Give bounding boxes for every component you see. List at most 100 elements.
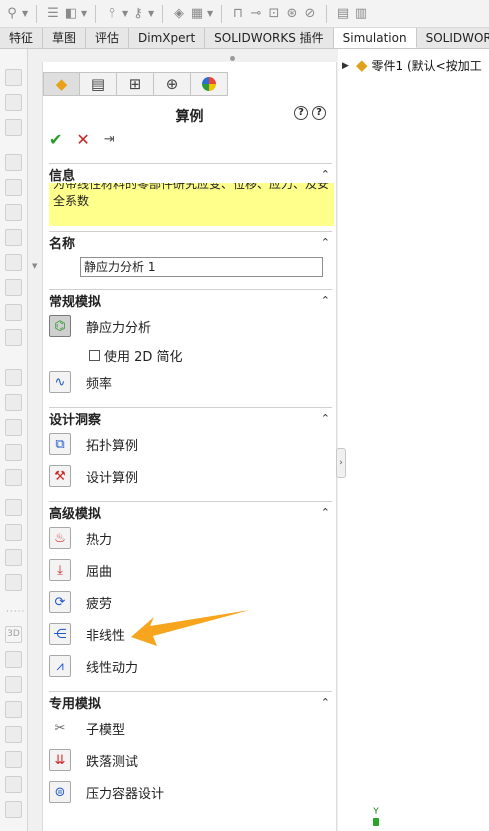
tab-simulation[interactable]: Simulation bbox=[333, 28, 417, 48]
report-icon[interactable] bbox=[5, 499, 22, 516]
tree-root-item[interactable]: ▶ ◆ 零件1 (默认<按加工 bbox=[342, 57, 482, 74]
section-header-specialized[interactable]: 专用模拟 ⌃ bbox=[49, 691, 332, 713]
3d-view-icon[interactable]: 3D bbox=[5, 626, 22, 643]
study-type-buckling[interactable]: ⤓ 屈曲 bbox=[49, 558, 112, 582]
chevron-down-icon[interactable]: ▼ bbox=[81, 9, 87, 18]
panel-splitter-handle[interactable]: › bbox=[336, 448, 346, 478]
collapse-caret-icon[interactable]: ⌃ bbox=[321, 412, 330, 425]
tab-property-manager[interactable]: ▤ bbox=[80, 72, 117, 96]
study-type-linear-dynamic[interactable]: ⩘ 线性动力 bbox=[49, 654, 138, 678]
tab-display-manager[interactable] bbox=[191, 72, 228, 96]
mesh-icon[interactable]: ▦ bbox=[189, 6, 205, 22]
section-header-design-insight[interactable]: 设计洞察 ⌃ bbox=[49, 407, 332, 429]
probe-icon[interactable]: ⊸ bbox=[248, 6, 264, 22]
fatigue-check-icon[interactable] bbox=[5, 726, 22, 743]
study-type-static[interactable]: ⌬ 静应力分析 bbox=[49, 314, 151, 338]
run-icon[interactable] bbox=[5, 329, 22, 346]
study-type-fatigue[interactable]: ⟳ 疲劳 bbox=[49, 590, 112, 614]
help-icon[interactable]: ? bbox=[312, 106, 326, 120]
chevron-down-icon[interactable]: ▼ bbox=[148, 9, 154, 18]
magnify-icon[interactable]: ⚲ bbox=[4, 6, 20, 22]
study-type-thermal[interactable]: ♨ 热力 bbox=[49, 526, 112, 550]
design-check-icon[interactable] bbox=[5, 549, 22, 566]
panel-grip[interactable] bbox=[230, 56, 235, 61]
study-type-submodel[interactable]: ✂ 子模型 bbox=[49, 716, 125, 740]
contact-icon[interactable] bbox=[5, 279, 22, 296]
study-icon[interactable] bbox=[5, 94, 22, 111]
study-type-pressure-vessel[interactable]: ⊜ 压力容器设计 bbox=[49, 780, 164, 804]
collapse-caret-icon[interactable]: ⌃ bbox=[321, 168, 330, 181]
tab-evaluate[interactable]: 评估 bbox=[86, 28, 130, 48]
fixture-icon[interactable]: ⚷ bbox=[130, 6, 146, 22]
study-type-drop-test[interactable]: ⇊ 跌落测试 bbox=[49, 748, 138, 772]
collapse-caret-icon[interactable]: ⌃ bbox=[321, 506, 330, 519]
collapse-caret-icon[interactable]: ⌃ bbox=[321, 236, 330, 249]
tab-dimxpert-manager[interactable]: ⊕ bbox=[154, 72, 191, 96]
checkbox-2d-simplification[interactable] bbox=[89, 350, 100, 361]
chevron-down-icon[interactable]: ▼ bbox=[207, 9, 213, 18]
cancel-x-icon[interactable]: ✕ bbox=[76, 132, 89, 148]
ok-checkmark-icon[interactable]: ✔ bbox=[49, 132, 62, 148]
shell-icon[interactable] bbox=[5, 229, 22, 246]
tab-configuration-manager[interactable]: ⊞ bbox=[117, 72, 154, 96]
pin-icon[interactable]: ⇥ bbox=[104, 132, 115, 148]
probe-icon[interactable] bbox=[5, 394, 22, 411]
tab-dimxpert[interactable]: DimXpert bbox=[129, 28, 206, 48]
section-header-name[interactable]: 名称 ⌃ bbox=[49, 231, 332, 253]
study-name-input[interactable]: 静应力分析 1 bbox=[80, 257, 323, 277]
tab-solidworks-more[interactable]: SOLIDWORKS bbox=[417, 28, 489, 48]
section-header-advanced[interactable]: 高级模拟 ⌃ bbox=[49, 501, 332, 523]
fixture-icon[interactable] bbox=[5, 154, 22, 171]
study-type-topology[interactable]: ⧉ 拓扑算例 bbox=[49, 432, 138, 456]
chevron-down-icon[interactable]: ▼ bbox=[122, 9, 128, 18]
connection-icon[interactable] bbox=[5, 204, 22, 221]
result-plot-icon[interactable] bbox=[5, 369, 22, 386]
tab-sketch[interactable]: 草图 bbox=[43, 28, 87, 48]
section-header-general[interactable]: 常规模拟 ⌃ bbox=[49, 289, 332, 311]
material-icon[interactable]: ◈ bbox=[171, 6, 187, 22]
strip-expand-caret[interactable]: ▼ bbox=[32, 262, 37, 270]
study-type-nonlinear[interactable]: ⋲ 非线性 bbox=[49, 622, 125, 646]
scale-icon[interactable]: ⊡ bbox=[266, 6, 282, 22]
study-type-design-study[interactable]: ⚒ 设计算例 bbox=[49, 464, 138, 488]
connector-icon[interactable]: ⊓ bbox=[230, 6, 246, 22]
trend-icon[interactable] bbox=[5, 751, 22, 768]
tab-solidworks-addins[interactable]: SOLIDWORKS 插件 bbox=[205, 28, 334, 48]
iso-icon[interactable] bbox=[5, 444, 22, 461]
thermometer-icon[interactable]: ⫯ bbox=[104, 6, 120, 22]
graphics-area[interactable]: ▶ ◆ 零件1 (默认<按加工 bbox=[338, 49, 489, 831]
list-results-icon[interactable] bbox=[5, 701, 22, 718]
toolbar-group-5: ⊓ ⊸ ⊡ ⊛ ⊘ bbox=[230, 6, 318, 22]
study-advisor-icon[interactable] bbox=[5, 69, 22, 86]
load-icon[interactable] bbox=[5, 119, 22, 136]
export-icon[interactable] bbox=[5, 574, 22, 591]
section-header-info[interactable]: 信息 ⌃ bbox=[49, 163, 332, 185]
chart-icon[interactable] bbox=[5, 676, 22, 693]
deform-icon[interactable]: ⊘ bbox=[302, 6, 318, 22]
sensor-icon[interactable] bbox=[5, 776, 22, 793]
external-load-icon[interactable] bbox=[5, 179, 22, 196]
list-icon[interactable]: ☰ bbox=[45, 6, 61, 22]
study-type-frequency[interactable]: ∿ 频率 bbox=[49, 370, 112, 394]
chevron-down-icon[interactable]: ▼ bbox=[22, 9, 28, 18]
results-icon[interactable]: ⊛ bbox=[284, 6, 300, 22]
beam-icon[interactable] bbox=[5, 254, 22, 271]
expand-arrow-icon[interactable]: ▶ bbox=[342, 61, 356, 71]
tab-feature-manager[interactable]: ◆ bbox=[43, 72, 80, 96]
compare-icon[interactable] bbox=[5, 524, 22, 541]
collapse-caret-icon[interactable]: ⌃ bbox=[321, 294, 330, 307]
options-icon[interactable] bbox=[5, 801, 22, 818]
toolbar-group-6: ▤ ▥ bbox=[335, 6, 369, 22]
component-icon[interactable]: ◧ bbox=[63, 6, 79, 22]
compare-icon[interactable]: ▥ bbox=[353, 6, 369, 22]
report-icon[interactable]: ▤ bbox=[335, 6, 351, 22]
section-icon[interactable] bbox=[5, 419, 22, 436]
help-detailed-icon[interactable]: ? bbox=[294, 106, 308, 120]
animate-icon[interactable] bbox=[5, 469, 22, 486]
mesh-control-icon[interactable] bbox=[5, 304, 22, 321]
use-2d-simplification[interactable]: 使用 2D 简化 bbox=[89, 346, 183, 365]
plot-settings-icon[interactable] bbox=[5, 651, 22, 668]
tab-features[interactable]: 特征 bbox=[0, 28, 44, 48]
section-title: 常规模拟 bbox=[49, 295, 102, 310]
collapse-caret-icon[interactable]: ⌃ bbox=[321, 696, 330, 709]
